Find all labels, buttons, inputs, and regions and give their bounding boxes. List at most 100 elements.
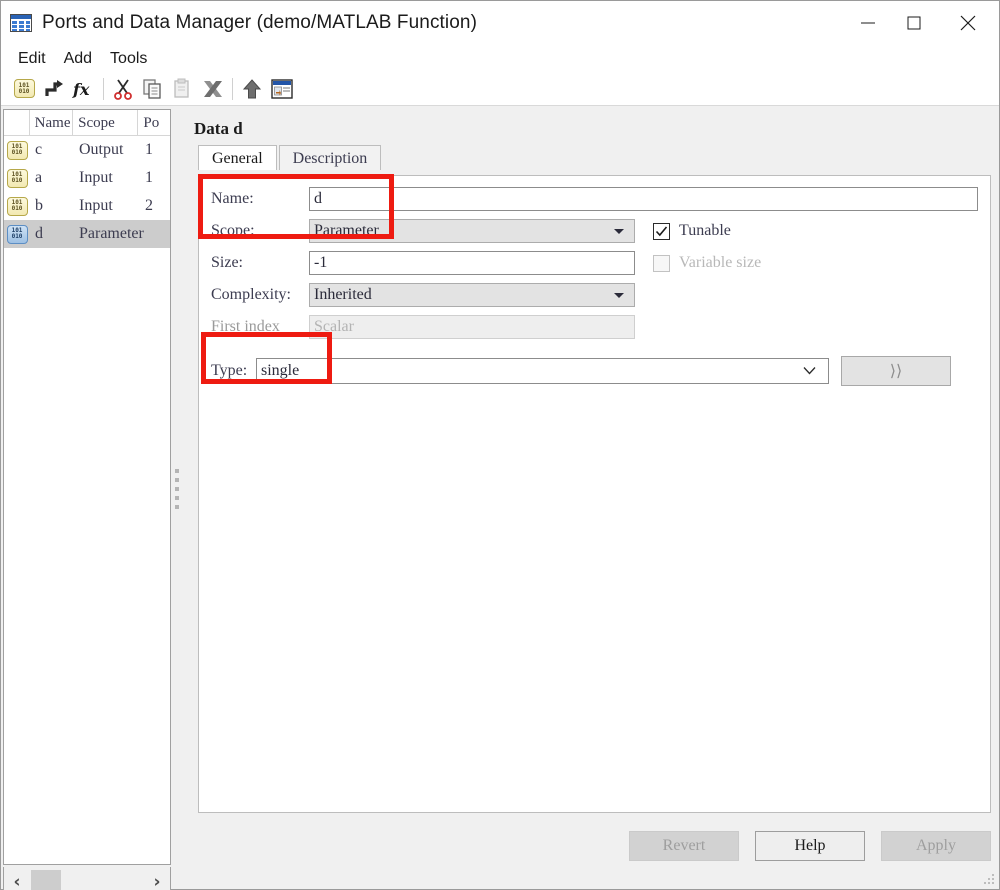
row-name: b — [35, 197, 43, 214]
open-model-explorer-icon — [271, 78, 293, 99]
data-property-form: Name: d Scope: Parameter Tunable Size: -… — [199, 176, 990, 386]
splitter-grip-icon[interactable] — [175, 469, 179, 514]
row-port: 1 — [145, 169, 153, 186]
revert-button[interactable]: Revert — [629, 831, 739, 861]
dialog-button-bar: Revert Help Apply — [613, 831, 991, 861]
chevron-down-icon — [614, 228, 624, 234]
tab-description[interactable]: Description — [278, 145, 382, 170]
chevron-down-icon — [614, 292, 624, 298]
cut-icon — [114, 78, 132, 100]
first-index-row: First index Scalar — [211, 314, 978, 340]
scope-row: Scope: Parameter Tunable — [211, 218, 978, 244]
row-port: 2 — [145, 197, 153, 214]
maximize-icon — [907, 16, 921, 30]
table-row-selected[interactable]: 101 010 d Parameter — [4, 220, 170, 248]
data-icon: 101 010 — [4, 196, 30, 216]
paste-icon — [174, 78, 189, 98]
add-event-icon — [45, 79, 63, 96]
close-icon — [960, 15, 976, 31]
delete-button[interactable] — [198, 75, 228, 103]
add-function-icon: fx — [72, 80, 90, 99]
row-scope: Parameter — [79, 225, 144, 242]
check-icon — [655, 225, 668, 236]
row-name: c — [35, 141, 43, 158]
general-tab-panel: Name: d Scope: Parameter Tunable Size: -… — [198, 175, 991, 813]
scrollbar-thumb[interactable] — [31, 869, 61, 890]
size-input[interactable]: -1 — [309, 251, 635, 275]
name-label: Name: — [211, 190, 254, 207]
size-row: Size: -1 Variable size — [211, 250, 978, 276]
minimize-icon — [861, 22, 875, 24]
help-button[interactable]: Help — [755, 831, 865, 861]
list-column-port[interactable]: Po — [138, 110, 170, 136]
menu-item-tools[interactable]: Tools — [101, 49, 156, 69]
toolbar: 101 010 fx — [1, 72, 999, 106]
row-name: d — [35, 225, 43, 242]
ports-and-data-manager-window: Ports and Data Manager (demo/MATLAB Func… — [0, 0, 1000, 890]
pane-splitter[interactable] — [172, 107, 182, 863]
list-column-icon[interactable] — [4, 110, 30, 136]
tunable-checkbox-wrap[interactable]: Tunable — [653, 222, 731, 240]
row-name: a — [35, 169, 43, 186]
data-icon: 101 010 — [4, 224, 30, 244]
menu-bar: Edit Add Tools — [1, 45, 999, 72]
list-column-scope[interactable]: Scope — [73, 110, 139, 136]
copy-button[interactable] — [138, 75, 168, 103]
add-function-button[interactable]: fx — [69, 75, 99, 103]
toolbar-separator-2 — [232, 77, 233, 100]
scroll-left-icon[interactable]: ‹ — [4, 868, 30, 890]
cut-button[interactable] — [108, 75, 138, 103]
name-row: Name: d — [211, 186, 978, 212]
table-row[interactable]: 101 010 b Input 2 — [4, 192, 170, 220]
data-icon: 101 010 — [4, 140, 30, 160]
main-body: Name Scope Po 101 010 c Output 1 101 010 a… — [1, 107, 999, 890]
detail-panel: Data d General Description Name: d Scope… — [186, 111, 991, 881]
row-scope: Output — [79, 141, 124, 158]
first-index-label: First index — [211, 318, 280, 335]
open-model-explorer-button[interactable] — [267, 75, 297, 103]
complexity-label: Complexity: — [211, 286, 291, 303]
scope-select[interactable]: Parameter — [309, 219, 635, 243]
variable-size-label: Variable size — [679, 254, 762, 271]
name-input[interactable]: d — [309, 187, 978, 211]
size-label: Size: — [211, 254, 243, 271]
complexity-select-value: Inherited — [314, 286, 372, 303]
title-bar: Ports and Data Manager (demo/MATLAB Func… — [1, 1, 999, 45]
data-icon: 101 010 — [4, 168, 30, 188]
chevron-down-icon — [803, 359, 816, 383]
list-column-name[interactable]: Name — [30, 110, 74, 136]
type-expand-button[interactable]: ⟩⟩ — [841, 356, 951, 386]
variable-size-checkbox — [653, 254, 670, 272]
list-horizontal-scrollbar[interactable]: ‹ › — [3, 867, 171, 890]
minimize-button[interactable] — [845, 1, 891, 45]
move-up-icon — [243, 78, 261, 98]
copy-icon — [143, 78, 161, 99]
table-row[interactable]: 101 010 a Input 1 — [4, 164, 170, 192]
scroll-right-icon[interactable]: › — [144, 868, 170, 890]
apply-button[interactable]: Apply — [881, 831, 991, 861]
delete-icon — [204, 80, 222, 97]
menu-item-edit[interactable]: Edit — [9, 49, 55, 69]
add-event-button[interactable] — [39, 75, 69, 103]
tunable-checkbox[interactable] — [653, 222, 670, 240]
menu-item-add[interactable]: Add — [55, 49, 101, 69]
tunable-label: Tunable — [679, 222, 731, 239]
row-scope: Input — [79, 197, 113, 214]
resize-grip-icon[interactable] — [984, 874, 996, 886]
maximize-button[interactable] — [891, 1, 937, 45]
variable-size-checkbox-wrap[interactable]: Variable size — [653, 254, 761, 272]
paste-button[interactable] — [168, 75, 198, 103]
row-scope: Input — [79, 169, 113, 186]
close-button[interactable] — [945, 1, 991, 45]
row-port: 1 — [145, 141, 153, 158]
move-up-button[interactable] — [237, 75, 267, 103]
tab-general[interactable]: General — [198, 145, 277, 170]
complexity-select[interactable]: Inherited — [309, 283, 635, 307]
scope-select-value: Parameter — [314, 222, 379, 239]
table-row[interactable]: 101 010 c Output 1 — [4, 136, 170, 164]
add-data-button[interactable]: 101 010 — [9, 75, 39, 103]
add-data-icon: 101 010 — [13, 79, 35, 98]
list-header: Name Scope Po — [4, 110, 170, 136]
type-label: Type: — [211, 362, 248, 379]
type-select[interactable]: single — [256, 358, 829, 384]
